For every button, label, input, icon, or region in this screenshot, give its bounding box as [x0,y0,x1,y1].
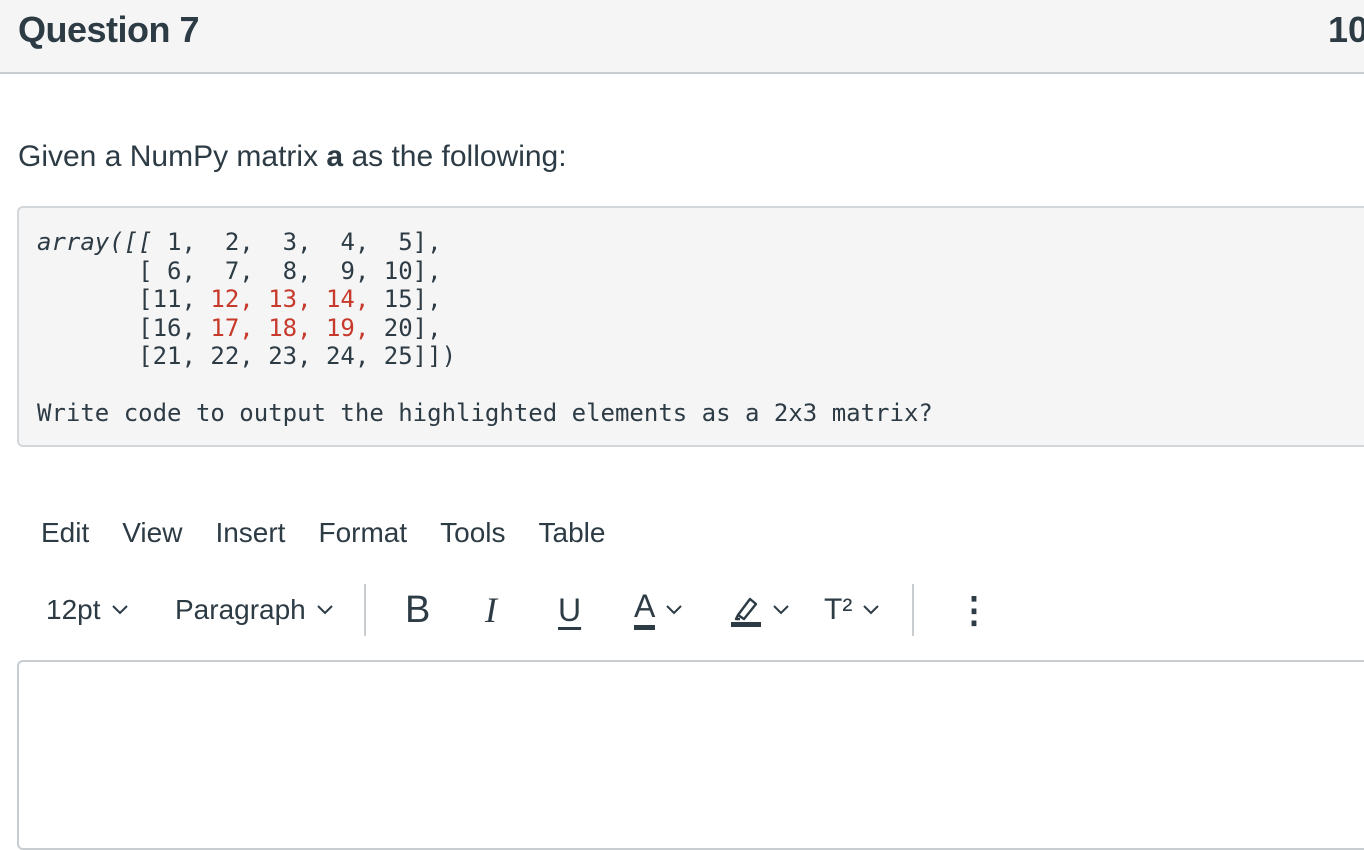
bold-icon: B [405,588,431,631]
code-line-2-values: 6, 7, 8, 9, 10], [167,256,442,285]
more-vertical-icon: ⋮ [956,589,992,630]
code-line-1-values: 1, 2, 3, 4, 5], [167,228,442,256]
chevron-down-icon [111,605,128,615]
font-size-dropdown[interactable]: 12pt [46,580,129,640]
menu-tools[interactable]: Tools [440,517,505,553]
menu-edit[interactable]: Edit [41,517,89,553]
italic-icon: I [485,590,497,630]
menu-insert[interactable]: Insert [215,517,285,553]
code-line-4: [16, 17, 18, 19, 20], [37,313,442,342]
menu-view[interactable]: View [122,517,182,553]
code-line-2: [ 6, 7, 8, 9, 10], [37,256,442,285]
prompt-text-after: as the following: [343,140,567,173]
menu-table[interactable]: Table [539,517,606,553]
more-options-button[interactable]: ⋮ [956,580,992,640]
superscript-button[interactable]: T² [824,580,880,640]
code-line-3-values: 11, [152,285,211,314]
underline-icon: U [558,591,582,628]
editor-menubar: Edit View Insert Format Tools Table [41,517,638,553]
answer-editor[interactable] [17,660,1364,850]
code-line-3-prefix: [ [37,285,153,314]
font-size-value: 12pt [46,594,101,625]
code-line-5: [21, 22, 23, 24, 25]]) [37,342,456,370]
code-line-1: array([[ 1, 2, 3, 4, 5], [37,228,442,256]
highlighted-values-row-1: 12, 13, 14, [210,285,370,314]
highlight-color-button[interactable] [730,580,790,640]
matrix-code: array([[ 1, 2, 3, 4, 5], [ 6, 7, 8, 9, 1… [37,228,456,371]
code-line-4-rest: 20], [369,313,442,342]
toolbar-divider [364,584,366,636]
toolbar-divider [912,584,914,636]
code-line-4-prefix: [ [37,313,153,342]
code-line-5-prefix: [ [37,342,153,371]
menu-format[interactable]: Format [318,517,407,553]
chevron-down-icon [773,605,789,615]
underline-button[interactable]: U [558,580,581,640]
chevron-down-icon [863,605,880,615]
italic-button[interactable]: I [485,580,497,640]
chevron-down-icon [317,605,333,615]
code-line-2-prefix: [ [37,256,168,285]
question-header: Question 7 10 [0,0,1364,74]
prompt-text-before: Given a NumPy matrix [18,140,327,173]
text-color-icon: A [634,590,656,630]
code-line-1-prefix: array([[ [37,228,168,256]
block-format-value: Paragraph [175,594,306,625]
highlighted-values-row-2: 17, 18, 19, [210,313,370,342]
superscript-icon: T² [824,593,853,626]
code-block: array([[ 1, 2, 3, 4, 5], [ 6, 7, 8, 9, 1… [17,206,1364,447]
chevron-down-icon [666,605,683,615]
editor-toolbar: 12pt Paragraph B I U A T² ⋮ [44,580,1044,640]
block-format-dropdown[interactable]: Paragraph [175,580,334,640]
question-points: 10 [1328,9,1364,50]
code-question-text: Write code to output the highlighted ele… [37,399,933,427]
text-color-button[interactable]: A [634,580,683,640]
question-prompt: Given a NumPy matrix a as the following: [18,140,567,174]
code-line-3-rest: 15], [369,285,442,314]
question-title: Question 7 [18,9,200,50]
prompt-variable: a [326,140,344,173]
bold-button[interactable]: B [405,580,430,640]
highlighter-icon [731,597,761,627]
code-line-4-values: 16, [152,313,211,342]
code-line-5-values: 21, 22, 23, 24, 25]]) [152,342,457,371]
code-line-3: [11, 12, 13, 14, 15], [37,285,442,314]
